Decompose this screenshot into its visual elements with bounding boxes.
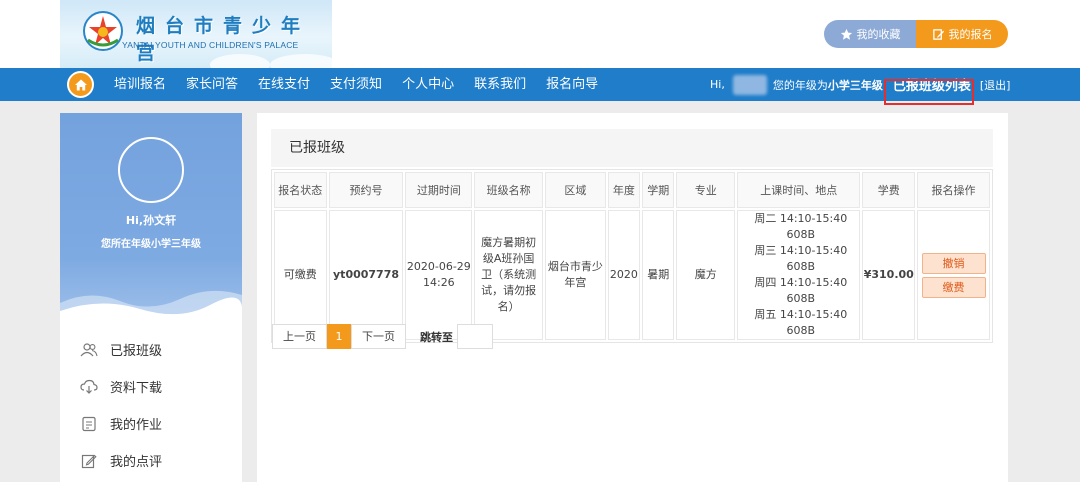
home-icon <box>74 79 87 90</box>
site-logo[interactable]: 烟台市青少年宫 YANTAI YOUTH AND CHILDREN'S PALA… <box>60 0 332 68</box>
year-cell: 2020 <box>607 210 641 340</box>
column-header: 年度 <box>607 172 641 208</box>
schedule-line: 周二 14:10-15:40 608B <box>754 212 848 241</box>
table-header-row: 报名状态 预约号 过期时间 班级名称 区域 年度 学期 专业 上课时间、地点 学… <box>274 172 990 208</box>
column-header: 上课时间、地点 <box>737 172 861 208</box>
nav-item-personal-center[interactable]: 个人中心 <box>392 68 464 101</box>
star-icon <box>840 28 852 40</box>
column-header: 班级名称 <box>474 172 543 208</box>
schedule-line: 周五 14:10-15:40 608B <box>754 308 848 337</box>
expire-time-cell: 2020-06-29 14:26 <box>405 210 473 340</box>
expire-date: 2020-06-29 <box>406 260 471 273</box>
profile-name: Hi,孙文轩 <box>125 214 177 227</box>
home-button[interactable] <box>67 71 94 98</box>
schedule-line: 周三 14:10-15:40 608B <box>754 244 848 273</box>
sidebar-item-registered-classes[interactable]: 已报班级 <box>60 331 242 368</box>
expire-clock: 14:26 <box>422 276 455 289</box>
sidebar-item-downloads[interactable]: 资料下载 <box>60 368 242 405</box>
wave-decoration <box>60 290 242 321</box>
next-page-button[interactable]: 下一页 <box>351 324 406 349</box>
page-title: 已报班级 <box>271 129 993 167</box>
jump-to-label: 跳转至 <box>420 330 453 344</box>
favorites-label: 我的收藏 <box>856 28 901 41</box>
nav-item-registration-guide[interactable]: 报名向导 <box>536 68 608 101</box>
logo-english-title: YANTAI YOUTH AND CHILDREN'S PALACE <box>122 40 299 50</box>
fee-cell: ¥310.00 <box>862 210 916 340</box>
logout-link[interactable]: [退出] <box>980 77 1011 93</box>
schedule-line: 周四 14:10-15:40 608B <box>754 276 848 305</box>
sidebar-menu: 已报班级 资料下载 我的作业 我的点评 <box>60 331 242 479</box>
major-cell: 魔方 <box>676 210 736 340</box>
homework-icon <box>80 415 98 433</box>
nav-menu: 培训报名 家长问答 在线支付 支付须知 个人中心 联系我们 报名向导 <box>104 68 608 101</box>
sidebar-profile-card: Hi,孙文轩 您所在年级小学三年级 <box>60 113 242 321</box>
main-content: 已报班级 报名状态 预约号 过期时间 班级名称 区域 年度 学期 专业 上课时间… <box>257 113 1008 482</box>
column-header: 过期时间 <box>405 172 473 208</box>
operation-cell: 撤销 缴费 <box>917 210 990 340</box>
column-header: 专业 <box>676 172 736 208</box>
status-cell: 可缴费 <box>274 210 327 340</box>
nav-item-online-payment[interactable]: 在线支付 <box>248 68 320 101</box>
palace-emblem-icon <box>83 11 123 51</box>
column-header: 学期 <box>642 172 675 208</box>
users-icon <box>80 341 98 359</box>
term-cell: 暑期 <box>642 210 675 340</box>
column-header: 报名操作 <box>917 172 990 208</box>
grade-prefix-text: 您的年级为 <box>772 78 828 92</box>
my-registration-label: 我的报名 <box>948 28 993 41</box>
cancel-button[interactable]: 撤销 <box>921 252 986 274</box>
edit-document-icon <box>932 28 944 40</box>
jump-page-input[interactable] <box>457 324 493 349</box>
column-header: 报名状态 <box>274 172 327 208</box>
registered-classes-table: 报名状态 预约号 过期时间 班级名称 区域 年度 学期 专业 上课时间、地点 学… <box>271 169 993 343</box>
sidebar-item-label: 已报班级 <box>110 344 163 359</box>
favorites-button[interactable]: 我的收藏 <box>824 20 916 48</box>
column-header: 预约号 <box>328 172 404 208</box>
top-action-buttons: 我的收藏 我的报名 <box>824 20 1008 48</box>
edit-icon <box>80 452 98 470</box>
highlight-annotation-box <box>884 79 974 105</box>
pay-button[interactable]: 缴费 <box>921 276 986 298</box>
cloud-download-icon <box>80 378 98 396</box>
greeting-text: Hi, <box>710 78 725 91</box>
sidebar: Hi,孙文轩 您所在年级小学三年级 已报班级 资料下载 我的作业 我的点评 <box>60 113 242 482</box>
sidebar-item-label: 我的作业 <box>110 418 163 433</box>
nav-item-contact-us[interactable]: 联系我们 <box>464 68 536 101</box>
table-row: 可缴费 yt0007778 2020-06-29 14:26 魔方暑期初级A班孙… <box>274 210 990 340</box>
reservation-number-cell: yt0007778 <box>328 210 404 340</box>
class-name-cell[interactable]: 魔方暑期初级A班孙国卫（系统测试，请勿报名） <box>474 210 543 340</box>
sidebar-item-homework[interactable]: 我的作业 <box>60 405 242 442</box>
sidebar-item-label: 资料下载 <box>110 381 163 396</box>
grade-text: 小学三年级 <box>827 78 883 92</box>
my-registration-button[interactable]: 我的报名 <box>916 20 1008 48</box>
current-page-button[interactable]: 1 <box>327 324 351 349</box>
logo-chinese-title: 烟台市青少年宫 <box>136 15 311 64</box>
nav-item-payment-notes[interactable]: 支付须知 <box>320 68 392 101</box>
pagination: 上一页 1 下一页 跳转至 <box>272 324 493 349</box>
sidebar-item-label: 我的点评 <box>110 455 163 470</box>
sidebar-item-reviews[interactable]: 我的点评 <box>60 442 242 479</box>
area-cell: 烟台市青少年宫 <box>545 210 606 340</box>
site-header: 烟台市青少年宫 YANTAI YOUTH AND CHILDREN'S PALA… <box>0 0 1080 68</box>
prev-page-button[interactable]: 上一页 <box>272 324 327 349</box>
blurred-username <box>732 74 767 95</box>
avatar[interactable] <box>118 137 184 203</box>
column-header: 区域 <box>545 172 606 208</box>
column-header: 学费 <box>862 172 916 208</box>
schedule-cell: 周二 14:10-15:40 608B 周三 14:10-15:40 608B … <box>737 210 861 340</box>
nav-item-training-registration[interactable]: 培训报名 <box>104 68 176 101</box>
profile-grade: 您所在年级小学三年级 <box>101 239 201 250</box>
nav-item-parent-qa[interactable]: 家长问答 <box>176 68 248 101</box>
